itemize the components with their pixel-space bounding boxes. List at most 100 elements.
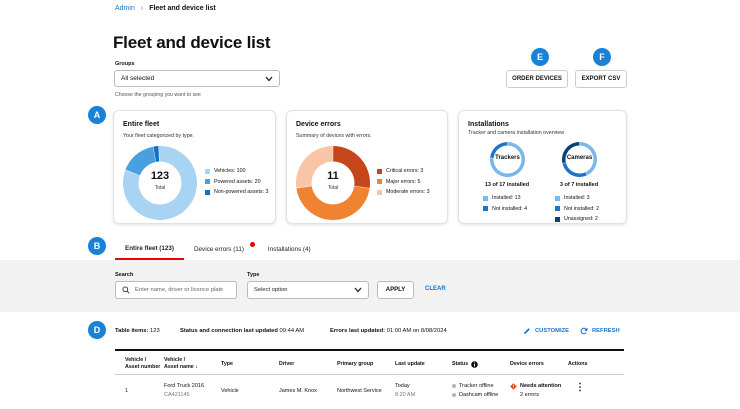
donut-segment <box>296 186 370 220</box>
device-errors-title: Device errors <box>296 121 341 128</box>
legend-item: Installed: 3 <box>555 193 599 204</box>
search-placeholder: Enter name, driver or licence plate <box>135 287 224 293</box>
entire-fleet-legend: Vehicles: 100 Powered assets: 20 Non-pow… <box>205 166 268 198</box>
cameras-donut-label: Cameras <box>566 155 593 161</box>
page-title: Fleet and device list <box>113 33 271 52</box>
header-line: Asset name <box>164 364 194 370</box>
offline-status-dot-icon <box>452 383 456 388</box>
marker-d: D <box>88 321 106 339</box>
refresh-icon <box>580 327 588 335</box>
legend-label: Non-powered assets: 3 <box>214 189 269 196</box>
chevron-right-icon: › <box>140 5 144 12</box>
refresh-label: REFRESH <box>592 328 620 334</box>
cell-driver: James M. Knox <box>279 388 317 394</box>
pencil-icon <box>524 328 530 334</box>
entire-fleet-card: Entire fleet Your fleet categorized by t… <box>113 110 276 224</box>
customize-button[interactable]: CUSTOMIZE <box>523 327 569 335</box>
legend-swatch <box>205 189 210 195</box>
legend-item: Moderate errors: 3 <box>377 187 430 198</box>
column-header-last-update[interactable]: Last update <box>395 361 425 368</box>
tab-entire-fleet[interactable]: Entire fleet (123) <box>115 238 184 260</box>
donut-segment <box>562 162 587 177</box>
legend-item: Not installed: 2 <box>555 204 599 215</box>
cell-device-errors[interactable]: Needs attention <box>510 382 561 390</box>
tab-installations[interactable]: Installations (4) <box>258 238 321 260</box>
type-select[interactable]: Select option <box>247 281 369 299</box>
marker-f: F <box>593 48 611 66</box>
marker-b: B <box>88 237 106 255</box>
device-errors-total-label: Total <box>327 185 339 191</box>
cell-license-plate: CA421145 <box>164 392 190 398</box>
filter-panel <box>0 260 740 312</box>
column-header-status[interactable]: Status <box>452 361 479 368</box>
cell-device-errors-count: 2 errors <box>520 392 539 398</box>
breadcrumb-admin-link[interactable]: Admin <box>115 5 135 12</box>
breadcrumb: Admin › Fleet and device list <box>115 5 216 12</box>
refresh-button[interactable]: REFRESH <box>580 327 620 335</box>
installations-card: Installations Tracker and camera install… <box>458 110 627 224</box>
info-icon[interactable] <box>471 361 479 368</box>
connection-updated-value: 09:44 AM <box>279 328 305 334</box>
legend-item: Critical errors: 3 <box>377 166 430 177</box>
more-actions-icon[interactable]: ⋮ <box>575 383 585 393</box>
legend-label: Unassigned: 2 <box>564 216 598 223</box>
device-errors-subtitle: Summary of devices with errors. <box>296 133 372 139</box>
legend-swatch <box>555 216 560 222</box>
cell-vehicle-name[interactable]: Ford Truck 2016 <box>164 382 204 390</box>
device-errors-legend: Critical errors: 3 Major errors: 5 Moder… <box>377 166 430 198</box>
legend-swatch <box>377 168 382 174</box>
device-errors-total: 11 <box>327 170 339 182</box>
cameras-summary: 3 of 7 installed <box>559 182 599 188</box>
apply-button[interactable]: APPLY <box>377 281 414 299</box>
legend-label: Moderate errors: 3 <box>386 189 430 196</box>
breadcrumb-current: Fleet and device list <box>149 5 216 12</box>
search-input[interactable]: Enter name, driver or licence plate <box>115 281 237 299</box>
groups-select[interactable]: All selected <box>114 70 280 87</box>
marker-a: A <box>88 106 106 124</box>
groups-select-value: All selected <box>121 75 155 82</box>
legend-item: Unassigned: 2 <box>555 214 599 225</box>
legend-label: Installed: 3 <box>564 195 590 202</box>
device-errors-donut-chart <box>296 146 370 220</box>
cameras-legend: Installed: 3 Not installed: 2 Unassigned… <box>555 193 599 225</box>
cell-last-update-day: Today <box>395 383 410 389</box>
column-header-driver[interactable]: Driver <box>279 361 294 368</box>
table-items-label: Table items: <box>115 328 149 334</box>
legend-swatch <box>205 168 210 174</box>
legend-swatch <box>377 189 382 195</box>
header-line: Vehicle / <box>164 357 186 363</box>
chevron-down-icon <box>354 287 362 293</box>
order-devices-button[interactable]: ORDER DEVICES <box>506 70 568 88</box>
search-icon <box>122 286 130 294</box>
entire-fleet-donut: 123 Total <box>122 145 198 221</box>
installations-subtitle: Tracker and camera installation overview <box>468 130 565 136</box>
cell-last-update-time: 8:20 AM <box>395 392 416 398</box>
legend-label: Installed: 13 <box>492 195 521 202</box>
device-errors-card: Device errors Summary of devices with er… <box>286 110 448 224</box>
notification-dot-icon <box>249 242 255 247</box>
export-csv-button[interactable]: EXPORT CSV <box>575 70 627 88</box>
column-header-device-errors[interactable]: Device errors <box>510 361 544 368</box>
column-header-type[interactable]: Type <box>221 361 233 368</box>
entire-fleet-total-label: Total <box>154 185 166 191</box>
table-items-count: Table items: 123 <box>115 328 160 334</box>
device-errors-donut: 11 Total <box>295 145 371 221</box>
column-header-vehicle-number[interactable]: Vehicle / Asset number <box>125 357 160 371</box>
legend-swatch <box>377 179 382 185</box>
tab-label: Installations (4) <box>267 245 311 253</box>
legend-swatch <box>555 206 560 212</box>
clear-button[interactable]: CLEAR <box>425 286 446 292</box>
marker-e: E <box>531 48 549 66</box>
legend-label: Not installed: 4 <box>492 205 528 212</box>
groups-label: Groups <box>115 61 135 67</box>
column-header-vehicle-name[interactable]: Vehicle / Asset name ↓ <box>164 357 198 371</box>
legend-swatch <box>555 195 560 201</box>
sort-arrow-down-icon[interactable]: ↓ <box>195 364 198 370</box>
legend-item: Installed: 13 <box>483 193 527 204</box>
header-line: Asset number <box>125 364 161 370</box>
legend-swatch <box>483 206 488 212</box>
tab-device-errors[interactable]: Device errors (11) <box>184 238 258 260</box>
entire-fleet-subtitle: Your fleet categorized by type. <box>123 133 195 139</box>
cell-status-tracker: Tracker offline <box>452 382 494 390</box>
column-header-primary-group[interactable]: Primary group <box>337 361 373 368</box>
